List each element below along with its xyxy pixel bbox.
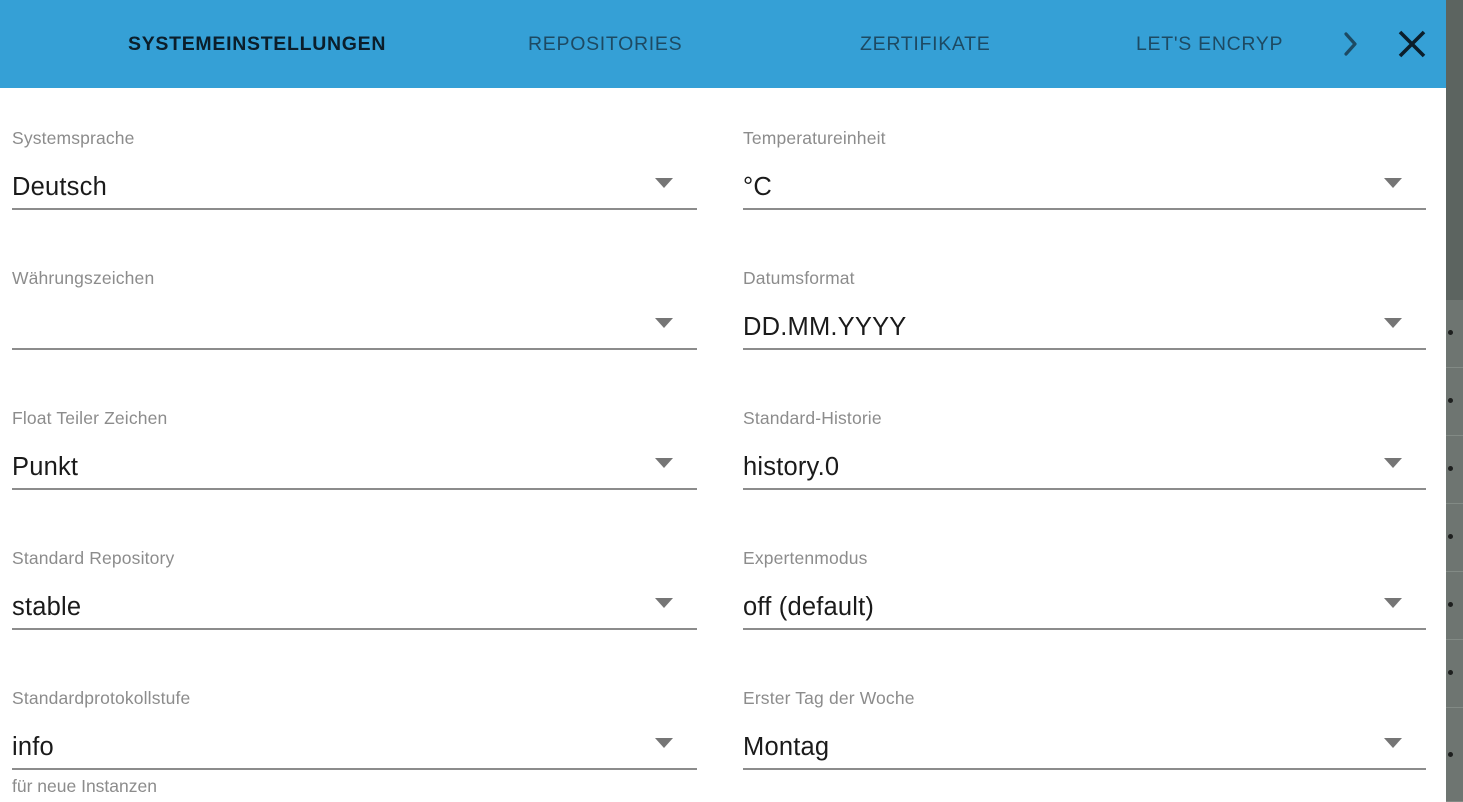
close-icon[interactable] bbox=[1390, 0, 1434, 88]
field-standard-historie: Standard-Historie history.0 bbox=[743, 394, 1426, 514]
select-standard-historie[interactable]: history.0 bbox=[743, 442, 1426, 490]
field-temperatureinheit: Temperatureinheit °C bbox=[743, 114, 1426, 234]
chevron-down-icon[interactable] bbox=[1384, 318, 1402, 328]
field-value: Deutsch bbox=[12, 173, 107, 201]
field-label: Datumsformat bbox=[743, 268, 855, 288]
select-systemsprache[interactable]: Deutsch bbox=[12, 162, 697, 210]
background-dot bbox=[1448, 670, 1453, 675]
chevron-right-icon[interactable] bbox=[1336, 0, 1366, 88]
tab-lets-encrypt[interactable]: LET'S ENCRYP bbox=[1136, 0, 1283, 88]
field-value: DD.MM.YYYY bbox=[743, 313, 907, 341]
chevron-down-icon[interactable] bbox=[655, 318, 673, 328]
background-dot bbox=[1448, 602, 1453, 607]
chevron-down-icon[interactable] bbox=[1384, 178, 1402, 188]
settings-form: Systemsprache Deutsch Währungszeichen Fl… bbox=[0, 88, 1446, 802]
background-dot bbox=[1448, 330, 1453, 335]
field-standard-repository: Standard Repository stable bbox=[12, 534, 697, 654]
select-temperatureinheit[interactable]: °C bbox=[743, 162, 1426, 210]
chevron-down-icon[interactable] bbox=[1384, 738, 1402, 748]
field-label: Expertenmodus bbox=[743, 548, 868, 568]
background-dot bbox=[1448, 752, 1453, 757]
chevron-down-icon[interactable] bbox=[655, 458, 673, 468]
tab-systemeinstellungen[interactable]: SYSTEMEINSTELLUNGEN bbox=[128, 0, 386, 88]
chevron-down-icon[interactable] bbox=[655, 598, 673, 608]
field-systemsprache: Systemsprache Deutsch bbox=[12, 114, 697, 234]
tab-repositories[interactable]: REPOSITORIES bbox=[528, 0, 682, 88]
select-datumsformat[interactable]: DD.MM.YYYY bbox=[743, 302, 1426, 350]
background-dot bbox=[1448, 466, 1453, 471]
chevron-down-icon[interactable] bbox=[655, 738, 673, 748]
select-waehrungszeichen[interactable] bbox=[12, 302, 697, 350]
field-value: °C bbox=[743, 173, 773, 201]
select-expertenmodus[interactable]: off (default) bbox=[743, 582, 1426, 630]
field-datumsformat: Datumsformat DD.MM.YYYY bbox=[743, 254, 1426, 374]
field-float-teiler-zeichen: Float Teiler Zeichen Punkt bbox=[12, 394, 697, 514]
chevron-down-icon[interactable] bbox=[1384, 458, 1402, 468]
field-value: history.0 bbox=[743, 453, 840, 481]
field-hint: für neue Instanzen bbox=[12, 776, 157, 796]
field-label: Standardprotokollstufe bbox=[12, 688, 191, 708]
field-value: off (default) bbox=[743, 593, 875, 621]
field-label: Temperatureinheit bbox=[743, 128, 886, 148]
field-label: Systemsprache bbox=[12, 128, 135, 148]
select-standardprotokollstufe[interactable]: info bbox=[12, 722, 697, 770]
chevron-down-icon[interactable] bbox=[1384, 598, 1402, 608]
field-label: Währungszeichen bbox=[12, 268, 155, 288]
select-float-teiler-zeichen[interactable]: Punkt bbox=[12, 442, 697, 490]
settings-dialog: SYSTEMEINSTELLUNGEN REPOSITORIES ZERTIFI… bbox=[0, 0, 1446, 802]
field-value: stable bbox=[12, 593, 82, 621]
field-label: Erster Tag der Woche bbox=[743, 688, 915, 708]
tab-bar: SYSTEMEINSTELLUNGEN REPOSITORIES ZERTIFI… bbox=[0, 0, 1446, 88]
tab-zertifikate[interactable]: ZERTIFIKATE bbox=[860, 0, 991, 88]
field-standardprotokollstufe: Standardprotokollstufe info für neue Ins… bbox=[12, 674, 697, 796]
select-standard-repository[interactable]: stable bbox=[12, 582, 697, 630]
field-value: Montag bbox=[743, 733, 830, 761]
field-label: Standard Repository bbox=[12, 548, 175, 568]
field-waehrungszeichen: Währungszeichen bbox=[12, 254, 697, 374]
field-erster-tag-der-woche: Erster Tag der Woche Montag bbox=[743, 674, 1426, 794]
field-label: Float Teiler Zeichen bbox=[12, 408, 168, 428]
field-value: info bbox=[12, 733, 54, 761]
background-dot bbox=[1448, 534, 1453, 539]
background-dot bbox=[1448, 398, 1453, 403]
select-erster-tag-der-woche[interactable]: Montag bbox=[743, 722, 1426, 770]
field-expertenmodus: Expertenmodus off (default) bbox=[743, 534, 1426, 654]
chevron-down-icon[interactable] bbox=[655, 178, 673, 188]
field-label: Standard-Historie bbox=[743, 408, 882, 428]
field-value: Punkt bbox=[12, 453, 79, 481]
